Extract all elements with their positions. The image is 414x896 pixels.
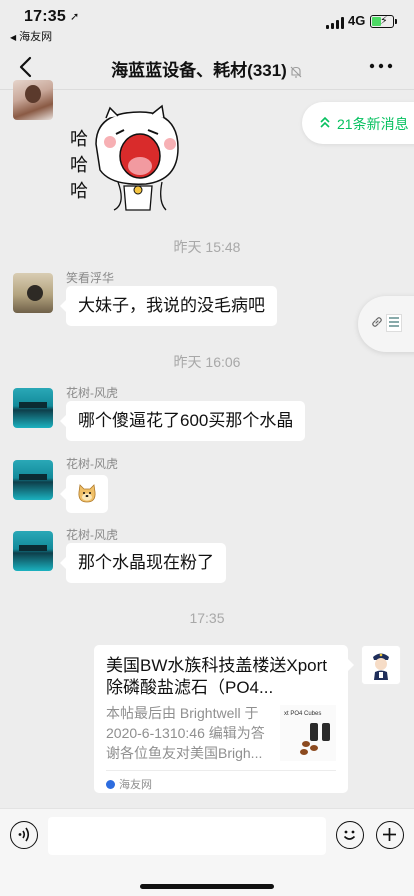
emoji-message-bubble[interactable]: [60, 475, 108, 513]
status-time: 17:35: [24, 8, 66, 25]
more-dots-icon: [369, 63, 393, 69]
mute-bell-icon: [290, 66, 302, 78]
source-logo-icon: [106, 780, 115, 789]
floating-article-widget[interactable]: [358, 296, 414, 352]
location-arrow-icon: ➚: [70, 11, 80, 23]
time-separator: 昨天 16:06: [173, 354, 241, 370]
message-input[interactable]: [48, 817, 326, 855]
avatar[interactable]: [13, 388, 53, 428]
cartoon-officer-avatar-icon: [373, 653, 389, 680]
battery-icon: ⚡: [370, 15, 397, 28]
time-separator: 17:35: [189, 610, 225, 626]
plus-icon: [383, 828, 396, 841]
more-options-button[interactable]: [366, 56, 396, 76]
avatar[interactable]: [13, 273, 53, 313]
status-bar: 17:35 ➚ ◀ 海友网 4G ⚡: [0, 0, 414, 44]
sender-name: 花树-风虎: [66, 528, 118, 542]
link-icon: [372, 317, 382, 327]
time-separator: 昨天 15:48: [173, 239, 241, 255]
message-bubble[interactable]: 大妹子，我说的没毛病吧: [60, 286, 277, 326]
double-chevron-up-icon: [320, 116, 330, 128]
message-bubble[interactable]: 哪个傻逼花了600买那个水晶: [59, 401, 306, 441]
article-thumbnail-icon: [386, 314, 402, 332]
voice-wave-icon: [18, 827, 30, 842]
sender-name: 笑看浮华: [66, 271, 115, 285]
back-to-app-link[interactable]: ◀ 海友网: [10, 28, 52, 44]
my-avatar[interactable]: [361, 645, 401, 685]
network-type: 4G: [348, 13, 366, 28]
link-card-description: 本帖最后由 Brightwell 于 2020-6-1310:46 编辑为答谢各…: [106, 705, 265, 761]
link-card-thumbnail: xt PO4 Cubes: [280, 705, 336, 761]
home-indicator[interactable]: [140, 884, 274, 889]
chat-header: 海蓝蓝设备、耗材(331): [0, 44, 414, 90]
haha-sticker[interactable]: 哈哈哈: [66, 104, 186, 214]
cellular-signal-icon: [326, 17, 344, 29]
back-triangle-icon: ◀: [10, 33, 17, 42]
sender-name: 花树-风虎: [66, 457, 118, 471]
voice-input-button[interactable]: [10, 821, 38, 849]
link-card-title: 美国BW水族科技盖楼送Xport除磷酸盐滤石（PO4...: [106, 656, 328, 697]
smiley-icon: [343, 830, 356, 840]
avatar[interactable]: [13, 531, 53, 571]
new-messages-button[interactable]: 21条新消息: [302, 102, 414, 144]
chat-title: 海蓝蓝设备、耗材(331): [0, 56, 414, 81]
link-card-divider: [106, 770, 336, 771]
avatar[interactable]: [13, 80, 53, 120]
message-input-bar: [0, 808, 414, 896]
more-functions-button[interactable]: [376, 821, 404, 849]
doge-emoji-icon: [78, 484, 96, 503]
sender-name: 花树-风虎: [66, 386, 118, 400]
emoji-button[interactable]: [336, 821, 364, 849]
sticker-text: 哈哈哈: [70, 129, 88, 201]
back-app-label: 海友网: [19, 31, 53, 43]
link-card-message[interactable]: 美国BW水族科技盖楼送Xport除磷酸盐滤石（PO4... 本帖最后由 Brig…: [94, 645, 354, 793]
link-card-source: 海友网: [106, 776, 152, 792]
message-bubble[interactable]: 那个水晶现在粉了: [60, 543, 226, 583]
group-name: 海蓝蓝设备、耗材(331): [111, 61, 287, 80]
thumbnail-caption: xt PO4 Cubes: [284, 711, 322, 717]
new-messages-label: 21条新消息: [337, 116, 409, 132]
avatar[interactable]: [13, 460, 53, 500]
